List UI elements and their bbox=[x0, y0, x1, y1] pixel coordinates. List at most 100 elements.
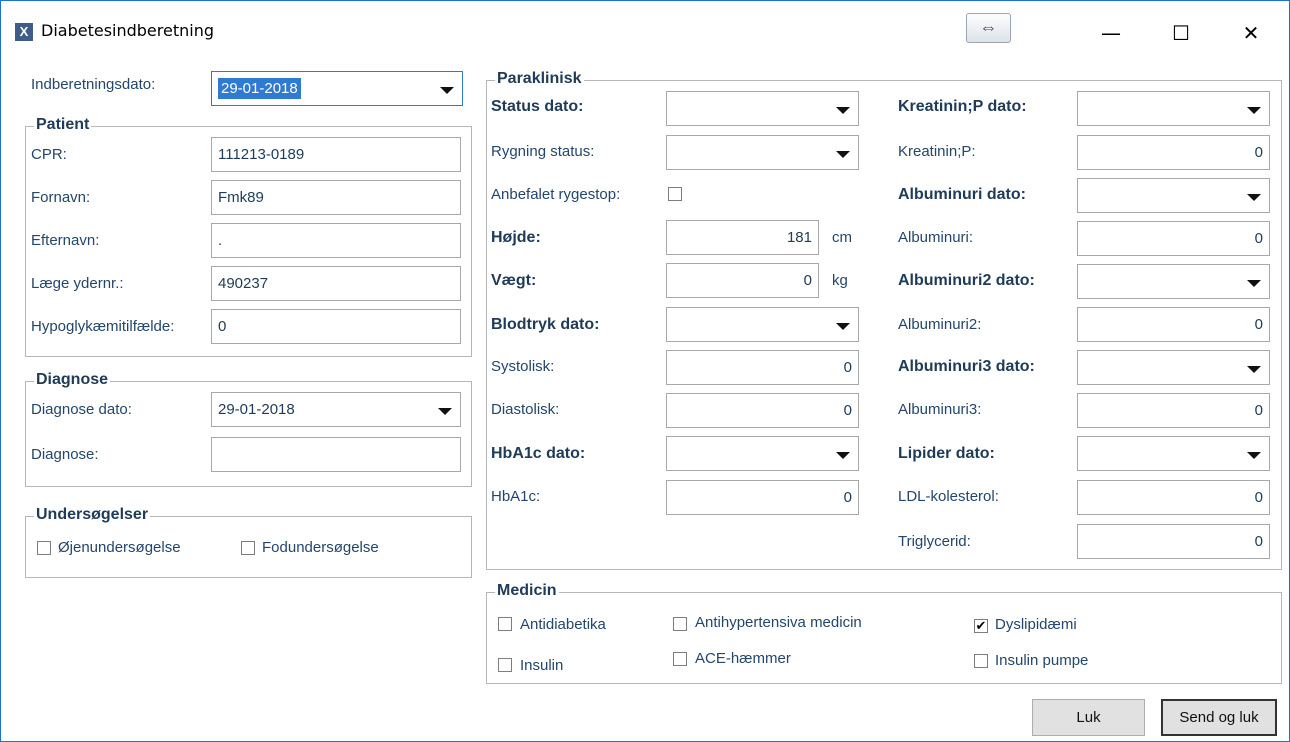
minimize-button[interactable]: — bbox=[1083, 13, 1139, 53]
status-dato-combo[interactable] bbox=[666, 91, 859, 126]
hoejde-field[interactable]: 181 bbox=[666, 220, 819, 255]
medicin-group-title: Medicin bbox=[495, 582, 559, 600]
chevron-down-icon bbox=[1247, 280, 1261, 287]
chevron-down-icon bbox=[438, 408, 452, 415]
undersoegelser-group-title: Undersøgelser bbox=[34, 506, 151, 524]
anbefalet-rygestop-checkbox[interactable] bbox=[668, 187, 682, 201]
hypoglykaemi-label: Hypoglykæmitilfælde: bbox=[31, 318, 175, 335]
diagnose-field[interactable] bbox=[211, 437, 461, 472]
indberetningsdato-label: Indberetningsdato: bbox=[31, 76, 156, 93]
dyslipidaemi-label[interactable]: Dyslipidæmi bbox=[995, 616, 1077, 633]
albuminuri-dato-label: Albuminuri dato: bbox=[898, 186, 1026, 203]
ace-haemmer-checkbox[interactable] bbox=[673, 652, 687, 666]
hba1c-label: HbA1c: bbox=[491, 488, 541, 505]
chevron-down-icon bbox=[1247, 452, 1261, 459]
albuminuri3-field[interactable]: 0 bbox=[1077, 393, 1270, 428]
hba1c-dato-combo[interactable] bbox=[666, 436, 859, 471]
kreatinin-field[interactable]: 0 bbox=[1077, 135, 1270, 170]
antihypertensiva-checkbox[interactable] bbox=[673, 617, 687, 631]
insulin-label[interactable]: Insulin bbox=[520, 657, 563, 674]
ldl-kolesterol-label: LDL-kolesterol: bbox=[898, 488, 999, 505]
ldl-kolesterol-field[interactable]: 0 bbox=[1077, 480, 1270, 515]
hoejde-unit: cm bbox=[832, 229, 852, 246]
albuminuri2-dato-label: Albuminuri2 dato: bbox=[898, 272, 1035, 289]
window-title: Diabetesindberetning bbox=[41, 21, 214, 40]
albuminuri-field[interactable]: 0 bbox=[1077, 221, 1270, 256]
laege-ydernr-label: Læge ydernr.: bbox=[31, 275, 124, 292]
albuminuri2-field[interactable]: 0 bbox=[1077, 307, 1270, 342]
triglycerid-field[interactable]: 0 bbox=[1077, 524, 1270, 559]
chevron-down-icon bbox=[836, 107, 850, 114]
diastolisk-label: Diastolisk: bbox=[491, 401, 560, 418]
fodundersoegelse-checkbox[interactable] bbox=[241, 541, 255, 555]
medicin-group: Medicin bbox=[486, 582, 1282, 684]
vaegt-field[interactable]: 0 bbox=[666, 263, 819, 298]
cpr-field[interactable]: 111213-0189 bbox=[211, 137, 461, 172]
antidiabetika-label[interactable]: Antidiabetika bbox=[520, 616, 606, 633]
albuminuri3-dato-combo[interactable] bbox=[1077, 350, 1270, 385]
maximize-button[interactable]: ☐ bbox=[1153, 13, 1209, 53]
dialog-content: Indberetningsdato: 29-01-2018 Patient CP… bbox=[1, 61, 1289, 741]
patient-group-title: Patient bbox=[34, 116, 92, 134]
insulin-checkbox[interactable] bbox=[498, 658, 512, 672]
app-icon: X bbox=[15, 23, 33, 41]
fodundersoegelse-label[interactable]: Fodundersøgelse bbox=[262, 539, 379, 556]
chevron-down-icon bbox=[1247, 194, 1261, 201]
kreatinin-dato-combo[interactable] bbox=[1077, 91, 1270, 126]
fornavn-label: Fornavn: bbox=[31, 189, 91, 206]
title-bar: X Diabetesindberetning ⇔ — ☐ ✕ bbox=[1, 1, 1289, 61]
vaegt-label: Vægt: bbox=[491, 272, 537, 289]
antidiabetika-checkbox[interactable] bbox=[498, 617, 512, 631]
chevron-down-icon bbox=[440, 87, 454, 94]
hba1c-field[interactable]: 0 bbox=[666, 480, 859, 515]
hypoglykaemi-field[interactable]: 0 bbox=[211, 309, 461, 344]
albuminuri3-dato-label: Albuminuri3 dato: bbox=[898, 358, 1035, 375]
laege-ydernr-field[interactable]: 490237 bbox=[211, 266, 461, 301]
anbefalet-rygestop-label: Anbefalet rygestop: bbox=[491, 186, 621, 203]
indberetningsdato-combo[interactable]: 29-01-2018 bbox=[211, 71, 463, 106]
albuminuri-label: Albuminuri: bbox=[898, 229, 974, 246]
fornavn-field[interactable]: Fmk89 bbox=[211, 180, 461, 215]
resize-icon[interactable]: ⇔ bbox=[966, 13, 1011, 43]
hba1c-dato-label: HbA1c dato: bbox=[491, 445, 586, 462]
rygning-status-combo[interactable] bbox=[666, 135, 859, 170]
efternavn-label: Efternavn: bbox=[31, 232, 100, 249]
diagnose-dato-value: 29-01-2018 bbox=[218, 401, 295, 418]
diagnose-dato-combo[interactable]: 29-01-2018 bbox=[211, 392, 461, 427]
chevron-down-icon bbox=[836, 452, 850, 459]
hoejde-label: Højde: bbox=[491, 229, 541, 246]
diagnose-group-title: Diagnose bbox=[34, 371, 111, 389]
dyslipidaemi-checkbox[interactable]: ✔ bbox=[974, 619, 988, 633]
cpr-label: CPR: bbox=[31, 146, 67, 163]
blodtryk-dato-combo[interactable] bbox=[666, 307, 859, 342]
systolisk-label: Systolisk: bbox=[491, 358, 555, 375]
efternavn-field[interactable]: . bbox=[211, 223, 461, 258]
chevron-down-icon bbox=[1247, 107, 1261, 114]
chevron-down-icon bbox=[836, 323, 850, 330]
diagnose-label: Diagnose: bbox=[31, 446, 99, 463]
diastolisk-field[interactable]: 0 bbox=[666, 393, 859, 428]
ace-haemmer-label[interactable]: ACE-hæmmer bbox=[695, 650, 791, 667]
insulin-pumpe-label[interactable]: Insulin pumpe bbox=[995, 652, 1088, 669]
antihypertensiva-label[interactable]: Antihypertensiva medicin bbox=[695, 614, 862, 631]
diagnose-dato-label: Diagnose dato: bbox=[31, 401, 132, 418]
lipider-dato-combo[interactable] bbox=[1077, 436, 1270, 471]
albuminuri2-label: Albuminuri2: bbox=[898, 316, 982, 333]
kreatinin-label: Kreatinin;P: bbox=[898, 143, 976, 160]
lipider-dato-label: Lipider dato: bbox=[898, 445, 995, 462]
albuminuri2-dato-combo[interactable] bbox=[1077, 264, 1270, 299]
oejenundersoegelse-checkbox[interactable] bbox=[37, 541, 51, 555]
oejenundersoegelse-label[interactable]: Øjenundersøgelse bbox=[58, 539, 181, 556]
kreatinin-dato-label: Kreatinin;P dato: bbox=[898, 98, 1027, 115]
luk-button[interactable]: Luk bbox=[1032, 699, 1145, 736]
albuminuri-dato-combo[interactable] bbox=[1077, 178, 1270, 213]
insulin-pumpe-checkbox[interactable] bbox=[974, 654, 988, 668]
send-og-luk-button[interactable]: Send og luk bbox=[1161, 699, 1277, 736]
systolisk-field[interactable]: 0 bbox=[666, 350, 859, 385]
triglycerid-label: Triglycerid: bbox=[898, 533, 971, 550]
paraklinisk-group-title: Paraklinisk bbox=[495, 70, 584, 88]
status-dato-label: Status dato: bbox=[491, 98, 584, 115]
chevron-down-icon bbox=[1247, 366, 1261, 373]
close-button[interactable]: ✕ bbox=[1223, 13, 1279, 53]
rygning-status-label: Rygning status: bbox=[491, 143, 595, 160]
